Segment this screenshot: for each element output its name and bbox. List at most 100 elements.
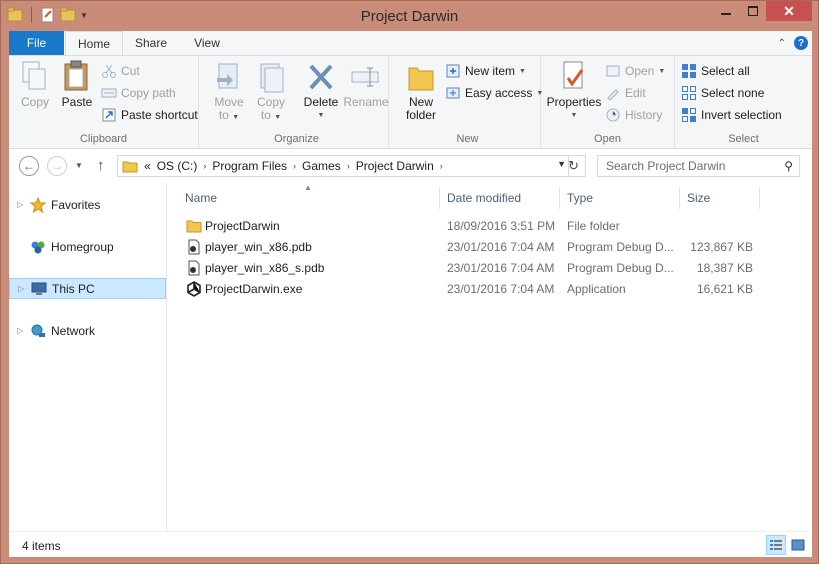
search-placeholder: Search Project Darwin — [606, 159, 726, 173]
unity-exe-icon — [187, 281, 201, 297]
edit-button[interactable]: Edit — [605, 84, 646, 102]
breadcrumb-item-games[interactable]: Games — [302, 159, 341, 173]
minimize-button[interactable] — [712, 1, 739, 21]
column-header-name[interactable]: Name — [178, 187, 440, 209]
paste-shortcut-button[interactable]: Paste shortcut — [101, 106, 198, 124]
copy-button[interactable]: Copy — [17, 60, 53, 109]
chevron-right-icon[interactable]: › — [293, 161, 296, 171]
chevron-right-icon[interactable]: › — [203, 161, 206, 171]
delete-button[interactable]: Delete ▼ — [301, 60, 341, 122]
nav-item-favorites[interactable]: ▷ Favorites — [9, 194, 166, 215]
edit-icon — [607, 89, 619, 101]
nav-item-this-pc[interactable]: ▷ This PC — [9, 278, 166, 299]
paste-button[interactable]: Paste — [59, 60, 95, 109]
open-button[interactable]: Open ▼ — [605, 62, 665, 80]
cut-button[interactable]: Cut — [101, 62, 140, 80]
move-to-label-line2: to — [218, 108, 229, 122]
nav-item-label: Homegroup — [51, 239, 114, 254]
history-label: History — [625, 108, 663, 122]
column-header-type[interactable]: Type — [560, 187, 680, 209]
file-name: ProjectDarwin.exe — [205, 282, 303, 296]
nav-item-label: This PC — [52, 281, 95, 296]
homegroup-icon — [29, 239, 47, 255]
maximize-button[interactable] — [739, 1, 766, 21]
folder-icon — [186, 220, 202, 233]
column-header-date[interactable]: Date modified — [440, 187, 560, 209]
breadcrumb-overflow[interactable]: « — [144, 159, 151, 173]
ribbon-collapse-chevron-icon[interactable]: ⌃ — [778, 38, 786, 49]
close-button[interactable]: ✕ — [766, 1, 812, 21]
rename-button[interactable]: Rename — [343, 60, 389, 109]
select-group: Select all Select none Invert selection … — [675, 56, 812, 148]
copy-to-icon — [260, 63, 284, 93]
organize-group: Move to ▼ Copy to ▼ Delete ▼ Rename Orga… — [205, 56, 389, 148]
file-type: Program Debug D... — [567, 240, 674, 254]
forward-arrow-icon: → — [51, 159, 63, 173]
breadcrumb-item-program-files[interactable]: Program Files — [212, 159, 287, 173]
search-icon[interactable]: ⚲ — [784, 159, 793, 173]
move-to-button[interactable]: Move to ▼ — [211, 60, 247, 124]
nav-item-homegroup[interactable]: Homegroup — [9, 236, 166, 257]
tab-view[interactable]: View — [181, 31, 233, 55]
copy-to-button[interactable]: Copy to ▼ — [253, 60, 289, 124]
refresh-icon: ↻ — [568, 158, 579, 173]
select-group-label: Select — [728, 133, 759, 145]
move-to-chevron-down-icon: ▼ — [232, 114, 240, 121]
file-row[interactable]: player_win_x86.pdb 23/01/2016 7:04 AM Pr… — [178, 237, 758, 258]
address-bar[interactable]: « OS (C:) › Program Files › Games › Proj… — [117, 155, 569, 177]
large-icons-view-button[interactable] — [788, 535, 808, 555]
breadcrumb-item-project-darwin[interactable]: Project Darwin — [356, 159, 434, 173]
rename-label: Rename — [343, 95, 389, 109]
expand-chevron-icon[interactable]: ▷ — [17, 326, 29, 335]
clipboard-group-label: Clipboard — [79, 133, 128, 145]
history-icon — [606, 108, 620, 122]
new-folder-button[interactable]: New folder — [401, 60, 441, 122]
ribbon-controls: ⌃ ? — [778, 36, 808, 50]
forward-button[interactable]: → — [47, 156, 67, 176]
tab-share[interactable]: Share — [125, 31, 177, 55]
chevron-right-icon[interactable]: › — [440, 161, 443, 171]
recent-locations-chevron-down-icon[interactable]: ▼ — [75, 161, 83, 170]
expand-chevron-icon[interactable]: ▷ — [18, 284, 30, 293]
details-view-button[interactable] — [766, 535, 786, 555]
file-name: player_win_x86.pdb — [205, 240, 312, 254]
history-button[interactable]: History — [605, 106, 662, 124]
file-name: player_win_x86_s.pdb — [205, 261, 325, 275]
file-date: 23/01/2016 7:04 AM — [447, 240, 555, 254]
expand-chevron-icon[interactable]: ▷ — [17, 200, 29, 209]
file-row[interactable]: ProjectDarwin 18/09/2016 3:51 PM File fo… — [178, 216, 758, 237]
select-none-button[interactable]: Select none — [681, 84, 764, 102]
search-input[interactable]: Search Project Darwin ⚲ — [597, 155, 800, 177]
content-area: ▷ Favorites Homegroup ▷ This PC ▷ Networ… — [9, 183, 812, 531]
column-header-size[interactable]: Size — [680, 187, 760, 209]
rename-icon — [351, 67, 379, 87]
properties-button[interactable]: Properties ▼ — [547, 60, 601, 122]
file-row[interactable]: ProjectDarwin.exe 23/01/2016 7:04 AM App… — [178, 279, 758, 300]
file-row[interactable]: player_win_x86_s.pdb 23/01/2016 7:04 AM … — [178, 258, 758, 279]
paste-shortcut-label: Paste shortcut — [121, 108, 198, 122]
up-button[interactable]: ↑ — [97, 157, 105, 174]
copy-icon — [22, 61, 46, 90]
item-count: 4 items — [22, 539, 61, 553]
paste-icon — [64, 60, 88, 91]
nav-item-network[interactable]: ▷ Network — [9, 320, 166, 341]
ribbon-tab-row: File Home Share View ⌃ ? — [9, 31, 812, 56]
new-item-button[interactable]: New item ▼ — [445, 62, 526, 80]
refresh-button[interactable]: ↻ — [562, 155, 586, 177]
chevron-right-icon[interactable]: › — [347, 161, 350, 171]
select-all-button[interactable]: Select all — [681, 62, 750, 80]
breadcrumb-item-drive[interactable]: OS (C:) — [157, 159, 198, 173]
back-button[interactable]: ← — [19, 156, 39, 176]
tab-home[interactable]: Home — [65, 31, 123, 56]
help-icon[interactable]: ? — [794, 36, 808, 50]
copy-to-label-2: to ▼ — [261, 109, 281, 124]
select-all-label: Select all — [701, 64, 750, 78]
move-to-icon — [217, 63, 238, 89]
easy-access-button[interactable]: Easy access ▼ — [445, 84, 543, 102]
new-folder-label-2: folder — [405, 108, 437, 122]
invert-selection-button[interactable]: Invert selection — [681, 106, 782, 124]
copy-path-button[interactable]: Copy path — [101, 84, 176, 102]
open-label: Open — [625, 64, 655, 78]
tab-file[interactable]: File — [9, 31, 64, 55]
copy-path-label: Copy path — [121, 86, 176, 100]
